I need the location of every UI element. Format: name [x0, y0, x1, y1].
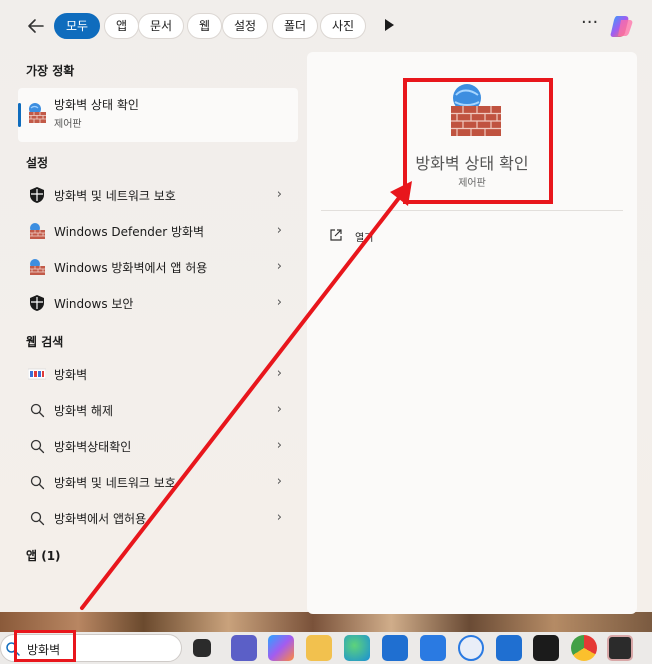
copilot-icon[interactable] [609, 13, 635, 39]
firewall-icon [30, 223, 45, 239]
selection-indicator [18, 103, 21, 127]
tab-settings[interactable]: 설정 [222, 13, 269, 39]
best-match-subtitle: 제어판 [54, 119, 82, 130]
task-view-icon[interactable] [193, 639, 211, 657]
settings-item-label: 방화벽 및 네트워크 보호 [54, 189, 176, 203]
settings-item-label: Windows 방화벽에서 앱 허용 [54, 261, 208, 275]
chevron-right-icon: › [276, 366, 282, 381]
settings-item-windows-security[interactable]: Windows 보안 › [18, 286, 298, 320]
settings-item-label: Windows 보안 [54, 297, 134, 311]
filter-bar: 모두 앱 문서 웹 설정 폴더 사진 ··· [0, 10, 652, 42]
file-explorer-icon[interactable] [306, 635, 332, 661]
chevron-right-icon: › [276, 259, 282, 274]
web-item-firewall[interactable]: 방화벽 › [18, 357, 298, 391]
divider [321, 210, 623, 211]
command-prompt-icon[interactable] [607, 635, 633, 661]
open-label: 열기 [355, 233, 374, 244]
desktop-wallpaper [0, 612, 652, 634]
copilot-app-icon[interactable] [268, 635, 294, 661]
taskbar: 방화벽 [0, 632, 652, 664]
web-item-label: 방화벽 [54, 368, 88, 382]
search-highlight-box [14, 630, 76, 662]
chevron-right-icon: › [276, 510, 282, 525]
firewall-icon [29, 103, 46, 123]
tab-documents[interactable]: 문서 [138, 13, 185, 39]
search-icon [30, 439, 45, 454]
shield-icon [30, 295, 44, 311]
apps-heading: 앱 (1) [26, 549, 61, 563]
shield-icon [30, 187, 44, 203]
chrome-icon[interactable] [571, 635, 597, 661]
web-item-firewall-disable[interactable]: 방화벽 해제 › [18, 393, 298, 427]
highlight-box [403, 78, 553, 204]
edge-icon[interactable] [344, 635, 370, 661]
search-icon [30, 475, 45, 490]
settings-item-allow-app-through-firewall[interactable]: Windows 방화벽에서 앱 허용 › [18, 250, 298, 284]
web-item-label: 방화벽 해제 [54, 404, 114, 418]
chevron-right-icon: › [276, 438, 282, 453]
web-search-heading: 웹 검색 [26, 335, 64, 349]
tab-web[interactable]: 웹 [187, 13, 223, 39]
best-match-heading: 가장 정확 [26, 64, 75, 78]
chevron-right-icon: › [276, 223, 282, 238]
web-item-label: 방화벽 및 네트워크 보호 [54, 476, 176, 490]
calculator-icon[interactable] [420, 635, 446, 661]
web-item-label: 방화벽상태확인 [54, 440, 132, 454]
chevron-right-icon: › [276, 402, 282, 417]
web-item-firewall-status-check[interactable]: 방화벽상태확인 › [18, 429, 298, 463]
best-match-item[interactable]: 방화벽 상태 확인 제어판 [18, 88, 298, 142]
chevron-right-icon: › [276, 474, 282, 489]
settings-item-firewall-network-protection[interactable]: 방화벽 및 네트워크 보호 › [18, 178, 298, 212]
teams-icon[interactable] [231, 635, 257, 661]
sync-icon[interactable] [458, 635, 484, 661]
terminal-icon[interactable] [533, 635, 559, 661]
search-icon [30, 511, 45, 526]
chevron-right-icon: › [276, 187, 282, 202]
settings-item-label: Windows Defender 방화벽 [54, 225, 205, 239]
tab-photos[interactable]: 사진 [320, 13, 367, 39]
more-dots-icon[interactable]: ··· [581, 12, 598, 33]
settings-item-windows-defender-firewall[interactable]: Windows Defender 방화벽 › [18, 214, 298, 248]
settings-heading: 설정 [26, 156, 49, 170]
tab-all[interactable]: 모두 [54, 13, 101, 39]
tab-apps[interactable]: 앱 [104, 13, 140, 39]
search-icon [30, 403, 45, 418]
chevron-right-icon: › [276, 295, 282, 310]
web-item-firewall-network-protection[interactable]: 방화벽 및 네트워크 보호 › [18, 465, 298, 499]
remote-desktop-icon[interactable] [496, 635, 522, 661]
open-external-icon [330, 229, 342, 241]
web-thumb-icon [28, 368, 46, 380]
web-item-allow-app-in-firewall[interactable]: 방화벽에서 앱허용 › [18, 501, 298, 535]
back-arrow-icon[interactable] [24, 14, 48, 38]
web-item-label: 방화벽에서 앱허용 [54, 512, 147, 526]
play-icon[interactable] [381, 17, 397, 33]
store-icon[interactable] [382, 635, 408, 661]
tab-folders[interactable]: 폴더 [272, 13, 319, 39]
firewall-icon [30, 259, 45, 275]
best-match-title: 방화벽 상태 확인 [54, 98, 139, 112]
